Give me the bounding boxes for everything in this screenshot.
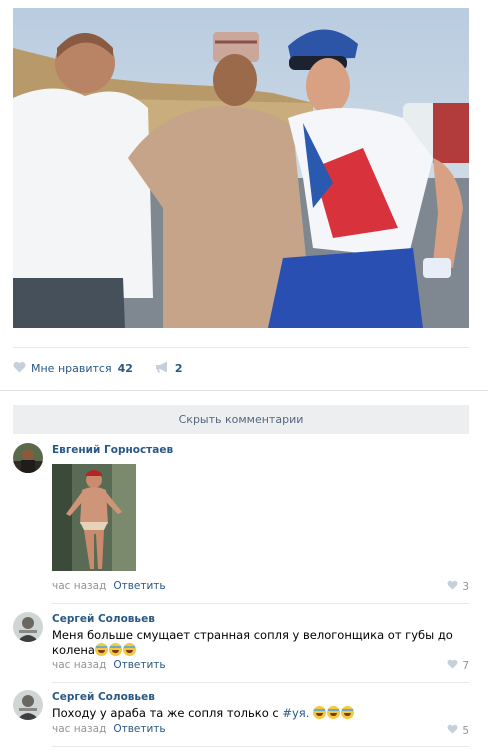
comment-text-body: Походу у араба та же сопля только с bbox=[52, 706, 283, 720]
comment-like-button[interactable]: 7 bbox=[447, 659, 469, 672]
like-button[interactable]: Мне нравится 42 bbox=[13, 361, 133, 376]
post-photo[interactable] bbox=[13, 8, 469, 328]
comment-meta: час назад Ответить bbox=[52, 658, 166, 672]
comment-time[interactable]: час назад bbox=[52, 580, 106, 592]
comment-like-button[interactable]: 3 bbox=[447, 580, 469, 593]
comment-text: Меня больше смущает странная сопля у вел… bbox=[52, 628, 469, 658]
comment-divider bbox=[52, 746, 469, 747]
comment-photo[interactable] bbox=[52, 464, 136, 571]
comment-meta: час назад Ответить bbox=[52, 722, 166, 736]
avatar[interactable] bbox=[13, 612, 43, 642]
post-actions: Мне нравится 42 2 bbox=[13, 358, 205, 378]
heart-icon bbox=[447, 659, 458, 672]
comment-item: Сергей Соловьев Походу у араба та же соп… bbox=[13, 690, 469, 740]
comment-meta: час назад Ответить bbox=[52, 579, 166, 593]
avatar[interactable] bbox=[13, 443, 43, 473]
laughing-emoji-icon bbox=[341, 706, 355, 719]
hide-comments-label: Скрыть комментарии bbox=[178, 413, 304, 426]
megaphone-icon bbox=[155, 361, 169, 376]
hide-comments-button[interactable]: Скрыть комментарии bbox=[13, 405, 469, 434]
laughing-emoji-icon bbox=[313, 706, 327, 719]
like-label: Мне нравится bbox=[31, 361, 112, 375]
avatar[interactable] bbox=[13, 690, 43, 720]
comment-text: Походу у араба та же сопля только с #уя. bbox=[52, 706, 469, 721]
comment-author[interactable]: Евгений Горностаев bbox=[52, 444, 173, 456]
reply-button[interactable]: Ответить bbox=[113, 659, 165, 671]
like-count: 42 bbox=[117, 361, 133, 375]
comment-author[interactable]: Сергей Соловьев bbox=[52, 613, 155, 625]
heart-icon bbox=[13, 361, 26, 376]
comment-like-count: 7 bbox=[462, 659, 469, 672]
heart-icon bbox=[447, 580, 458, 593]
reply-button[interactable]: Ответить bbox=[113, 723, 165, 735]
comment-divider bbox=[52, 682, 469, 683]
laughing-emoji-icon bbox=[94, 643, 108, 656]
hashtag-link[interactable]: #уя. bbox=[282, 706, 309, 720]
laughing-emoji-icon bbox=[327, 706, 341, 719]
post-photo-image bbox=[13, 8, 469, 328]
comment-time[interactable]: час назад bbox=[52, 723, 106, 735]
comment-like-count: 5 bbox=[462, 724, 469, 737]
repost-button[interactable]: 2 bbox=[155, 361, 183, 376]
heart-icon bbox=[447, 724, 458, 737]
laughing-emoji-icon bbox=[108, 643, 122, 656]
reply-button[interactable]: Ответить bbox=[113, 580, 165, 592]
laughing-emoji-icon bbox=[122, 643, 136, 656]
repost-count: 2 bbox=[174, 361, 183, 375]
comment-like-count: 3 bbox=[462, 580, 469, 593]
comment-author[interactable]: Сергей Соловьев bbox=[52, 691, 155, 703]
comment-like-button[interactable]: 5 bbox=[447, 724, 469, 737]
post-divider bbox=[13, 347, 469, 348]
comment-time[interactable]: час назад bbox=[52, 659, 106, 671]
section-divider bbox=[0, 390, 488, 391]
comment-item: Сергей Соловьев Меня больше смущает стра… bbox=[13, 612, 469, 672]
comment-item: Евгений Горностаев час назад Ответить 3 bbox=[13, 443, 469, 593]
comment-divider bbox=[52, 603, 469, 604]
